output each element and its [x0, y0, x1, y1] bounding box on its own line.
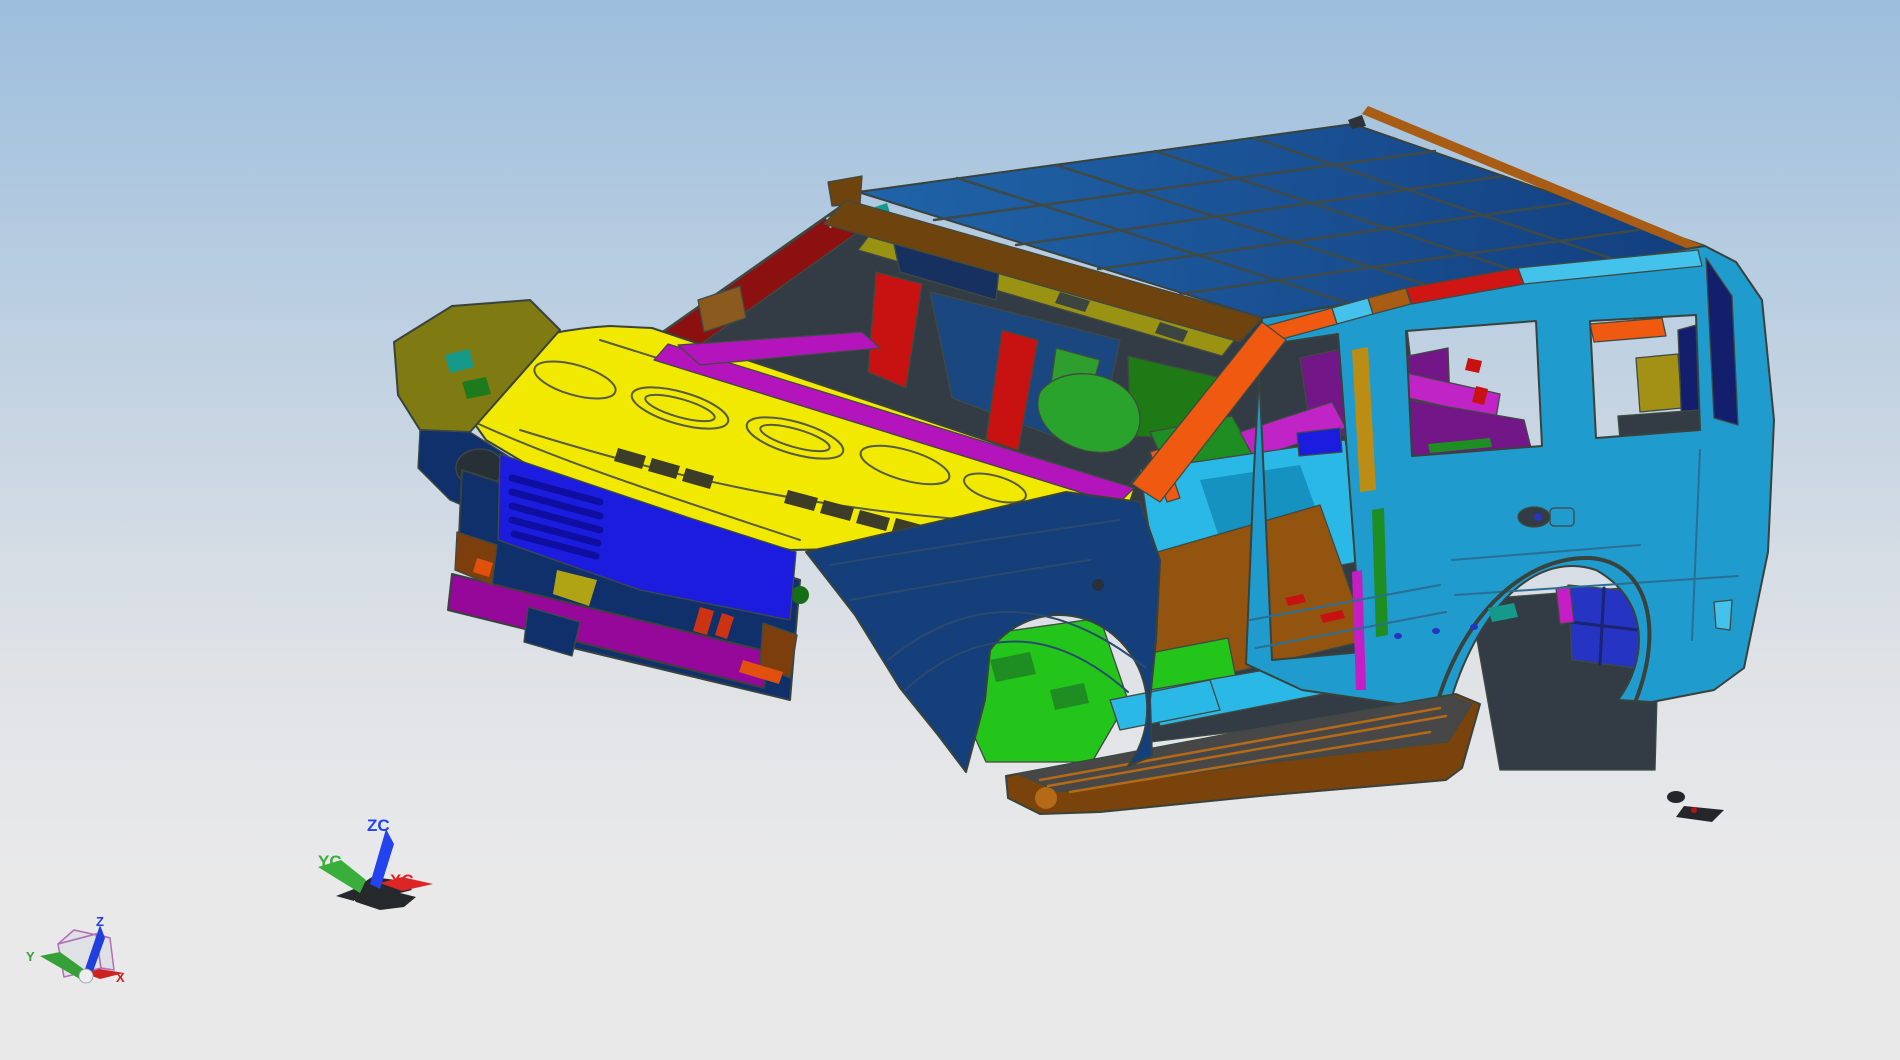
csys-origin-ball[interactable] — [78, 968, 94, 984]
wcs-y-label: YC — [318, 852, 342, 871]
floor-blue-crossmember[interactable] — [1296, 427, 1343, 457]
engine-darkgreen-cap[interactable] — [791, 586, 809, 604]
rocker-copper-cap — [1035, 787, 1057, 809]
door-handle-insert[interactable] — [1549, 507, 1575, 527]
fender-hole — [1092, 579, 1104, 591]
wcs-z-label: ZC — [367, 816, 390, 835]
debris-blob[interactable] — [1667, 791, 1685, 803]
csys-z-label: Z — [96, 914, 104, 929]
door-handle-recess[interactable] — [1517, 506, 1575, 528]
wcs-x-label: XC — [390, 871, 414, 890]
csys-y-label: Y — [26, 949, 35, 964]
door-handle-blue-dot — [1534, 513, 1542, 521]
quarter-window-olive-bracket[interactable] — [1635, 353, 1683, 413]
cad-viewport[interactable]: ZC YC XC Z Y X — [0, 0, 1900, 1060]
csys-x-label: X — [116, 970, 125, 985]
quarter-small-tab[interactable] — [1713, 599, 1733, 631]
debris-red-dot — [1691, 807, 1697, 813]
